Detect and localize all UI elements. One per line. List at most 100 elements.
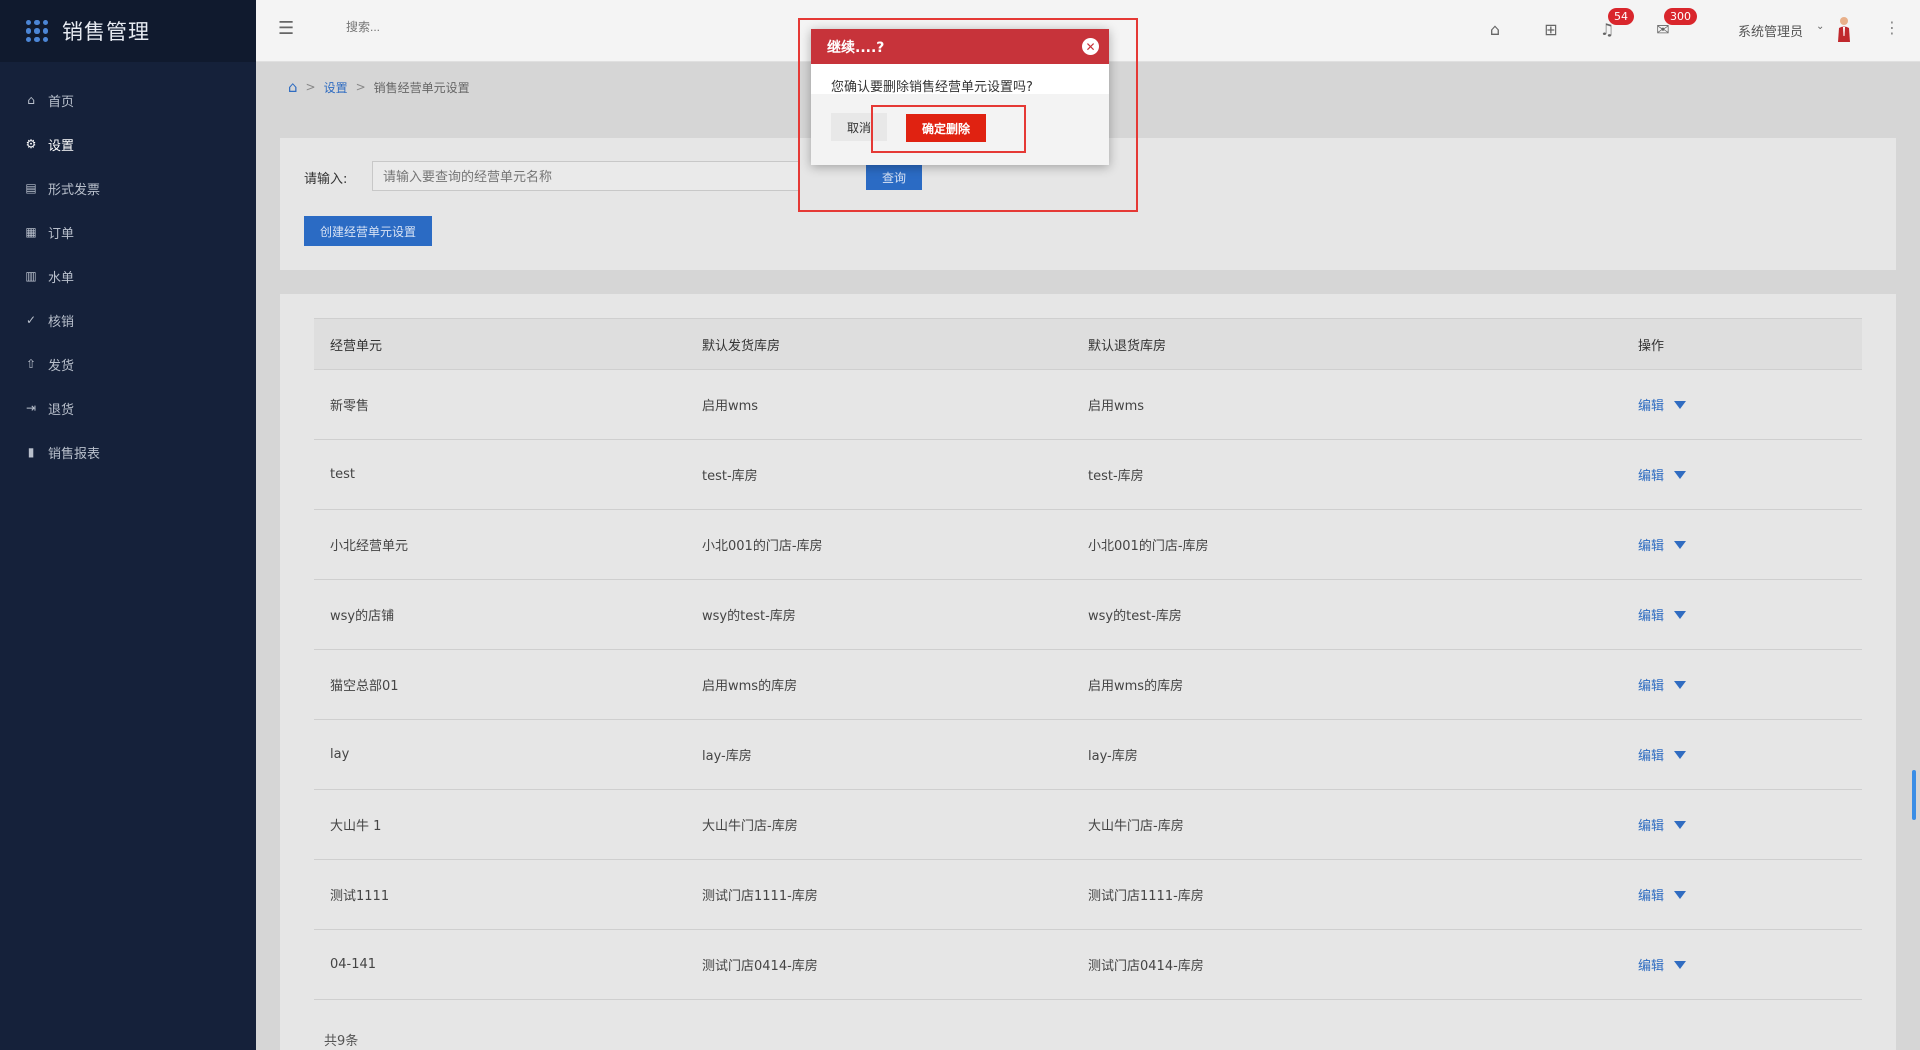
cell-actions: 编辑 [1638, 675, 1862, 694]
breadcrumb-settings[interactable]: 设置 [324, 79, 348, 96]
caret-down-icon[interactable] [1674, 470, 1687, 479]
caret-down-icon[interactable] [1674, 540, 1687, 549]
cell-unit: 新零售 [330, 399, 370, 414]
sidebar-item-label: 订单 [48, 226, 75, 242]
delete-confirm-dialog: 继续....? ✕ 您确认要删除销售经营单元设置吗? 取消 确定删除 [811, 29, 1109, 165]
check-circle-icon: ✓ [25, 313, 37, 327]
unit-name-search-input[interactable] [372, 161, 800, 191]
cell-actions: 编辑 [1638, 745, 1862, 764]
sidebar-item-returns[interactable]: ⇥ 退货 [0, 386, 256, 430]
edit-link[interactable]: 编辑 [1638, 745, 1664, 764]
avatar[interactable] [1836, 16, 1852, 42]
sidebar-item-shipping[interactable]: ⇧ 发货 [0, 342, 256, 386]
table-header-row: 经营单元 默认发货库房 默认退货库房 操作 [314, 318, 1862, 370]
mail-icon[interactable]: ✉ 300 [1652, 8, 1697, 40]
breadcrumb-separator: > [305, 80, 316, 94]
cell-actions: 编辑 [1638, 395, 1862, 414]
sidebar-item-label: 销售报表 [48, 446, 101, 462]
sidebar-item-label: 核销 [48, 314, 75, 330]
edit-link[interactable]: 编辑 [1638, 955, 1664, 974]
sidebar-item-label: 形式发票 [48, 182, 101, 198]
cell-ship-warehouse: wsy的test-库房 [702, 609, 796, 624]
cell-ship-warehouse: 测试门店1111-库房 [702, 889, 818, 904]
cell-return-warehouse: 大山牛门店-库房 [1088, 819, 1184, 834]
chevron-down-icon[interactable]: ⌄ [1816, 21, 1824, 32]
app-title: 销售管理 [62, 20, 150, 44]
bar-chart-icon: ▮ [27, 445, 35, 459]
sidebar: 销售管理 ⌂ 首页 ⚙ 设置 ▤ 形式发票 ▦ 订单 ▥ 水单 ✓ 核销 ⇧ 发… [0, 0, 256, 1050]
more-vertical-icon[interactable]: ⋮ [1884, 18, 1900, 37]
table-row: 小北经营单元 小北001的门店-库房 小北001的门店-库房 编辑 [314, 510, 1862, 580]
sidebar-item-orders[interactable]: ▦ 订单 [0, 210, 256, 254]
sidebar-nav: ⌂ 首页 ⚙ 设置 ▤ 形式发票 ▦ 订单 ▥ 水单 ✓ 核销 ⇧ 发货 ⇥ 退 [0, 78, 256, 474]
cell-actions: 编辑 [1638, 465, 1862, 484]
table-row: 猫空总部01 启用wms的库房 启用wms的库房 编辑 [314, 650, 1862, 720]
table-row: test test-库房 test-库房 编辑 [314, 440, 1862, 510]
cell-ship-warehouse: 测试门店0414-库房 [702, 959, 818, 974]
edit-link[interactable]: 编辑 [1638, 605, 1664, 624]
search-input[interactable] [346, 20, 606, 34]
cell-return-warehouse: 测试门店1111-库房 [1088, 889, 1204, 904]
cell-unit: 测试1111 [330, 889, 390, 904]
edit-link[interactable]: 编辑 [1638, 465, 1664, 484]
caret-down-icon[interactable] [1674, 750, 1687, 759]
invoice-icon: ▤ [25, 181, 37, 195]
close-icon[interactable]: ✕ [1082, 38, 1099, 55]
cell-unit: 猫空总部01 [330, 679, 399, 694]
cell-ship-warehouse: test-库房 [702, 469, 758, 484]
cell-unit: 04-141 [330, 957, 377, 972]
dialog-footer: 取消 确定删除 [811, 94, 1109, 165]
user-name[interactable]: 系统管理员 [1738, 21, 1803, 40]
query-button[interactable]: 查询 [866, 164, 922, 190]
edit-link[interactable]: 编辑 [1638, 885, 1664, 904]
cell-unit: test [330, 467, 355, 482]
sidebar-item-sales-report[interactable]: ▮ 销售报表 [0, 430, 256, 474]
sidebar-item-invoice[interactable]: ▤ 形式发票 [0, 166, 256, 210]
confirm-delete-button[interactable]: 确定删除 [906, 114, 986, 142]
menu-toggle-icon[interactable]: ☰ [278, 18, 298, 39]
caret-down-icon[interactable] [1674, 960, 1687, 969]
notification-badge: 54 [1608, 8, 1634, 25]
table-total-count: 共9条 [324, 1034, 359, 1049]
cell-return-warehouse: 启用wms [1088, 399, 1145, 414]
sidebar-item-settings[interactable]: ⚙ 设置 [0, 122, 256, 166]
cell-ship-warehouse: 小北001的门店-库房 [702, 539, 823, 554]
home-icon: ⌂ [27, 93, 35, 107]
caret-down-icon[interactable] [1674, 890, 1687, 899]
cell-return-warehouse: wsy的test-库房 [1088, 609, 1182, 624]
table-row: 04-141 测试门店0414-库房 测试门店0414-库房 编辑 [314, 930, 1862, 1000]
apps-icon[interactable]: ⊞ [1540, 18, 1562, 40]
caret-down-icon[interactable] [1674, 820, 1687, 829]
cell-ship-warehouse: 大山牛门店-库房 [702, 819, 798, 834]
dialog-message: 您确认要删除销售经营单元设置吗? [831, 80, 1033, 95]
edit-link[interactable]: 编辑 [1638, 815, 1664, 834]
breadcrumb: ⌂ > 设置 > 销售经营单元设置 [288, 78, 470, 96]
caret-down-icon[interactable] [1674, 680, 1687, 689]
upload-icon: ⇧ [25, 357, 37, 371]
main-content: ⌂ > 设置 > 销售经营单元设置 请输入: 查询 创建经营单元设置 经营单元 … [256, 62, 1920, 1050]
create-unit-button[interactable]: 创建经营单元设置 [304, 216, 432, 246]
caret-down-icon[interactable] [1674, 400, 1687, 409]
home-icon[interactable]: ⌂ [1484, 18, 1506, 40]
cancel-button[interactable]: 取消 [831, 113, 887, 141]
cell-actions: 编辑 [1638, 605, 1862, 624]
sidebar-item-receipts[interactable]: ▥ 水单 [0, 254, 256, 298]
cell-ship-warehouse: lay-库房 [702, 749, 752, 764]
sidebar-item-home[interactable]: ⌂ 首页 [0, 78, 256, 122]
column-header-ship-warehouse: 默认发货库房 [702, 338, 781, 354]
scrollbar-thumb[interactable] [1912, 770, 1916, 820]
cell-unit: 大山牛 1 [330, 819, 382, 834]
bell-icon[interactable]: ♫ 54 [1596, 8, 1634, 40]
dialog-title: 继续....? [827, 39, 885, 56]
caret-down-icon[interactable] [1674, 610, 1687, 619]
sidebar-item-label: 首页 [48, 94, 75, 110]
edit-link[interactable]: 编辑 [1638, 535, 1664, 554]
cell-unit: wsy的店铺 [330, 609, 395, 624]
breadcrumb-separator: > [355, 80, 366, 94]
app-logo: 销售管理 [0, 0, 256, 62]
home-icon[interactable]: ⌂ [288, 78, 298, 96]
sidebar-item-writeoff[interactable]: ✓ 核销 [0, 298, 256, 342]
edit-link[interactable]: 编辑 [1638, 675, 1664, 694]
edit-link[interactable]: 编辑 [1638, 395, 1664, 414]
table-row: lay lay-库房 lay-库房 编辑 [314, 720, 1862, 790]
